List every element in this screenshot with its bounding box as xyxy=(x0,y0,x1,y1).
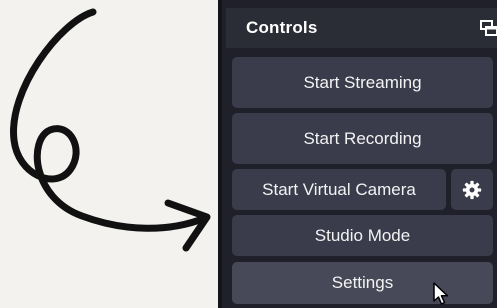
start-virtual-camera-button[interactable]: Start Virtual Camera xyxy=(232,169,446,210)
start-recording-button[interactable]: Start Recording xyxy=(232,113,493,164)
start-streaming-button[interactable]: Start Streaming xyxy=(232,57,493,108)
gear-icon xyxy=(462,180,482,199)
undock-icon[interactable] xyxy=(479,18,497,38)
studio-mode-label: Studio Mode xyxy=(314,225,411,245)
start-virtual-camera-label: Start Virtual Camera xyxy=(262,179,416,199)
mouse-pointer-icon xyxy=(433,282,449,305)
dock-titlebar: Controls xyxy=(226,8,497,48)
virtual-camera-settings-button[interactable] xyxy=(451,169,493,210)
curved-arrow-icon xyxy=(10,8,211,252)
studio-mode-button[interactable]: Studio Mode xyxy=(232,215,493,256)
dock-title: Controls xyxy=(246,18,318,37)
settings-button[interactable]: Settings xyxy=(232,262,493,304)
start-streaming-label: Start Streaming xyxy=(303,72,422,92)
start-recording-label: Start Recording xyxy=(303,128,422,148)
settings-label: Settings xyxy=(331,273,394,292)
